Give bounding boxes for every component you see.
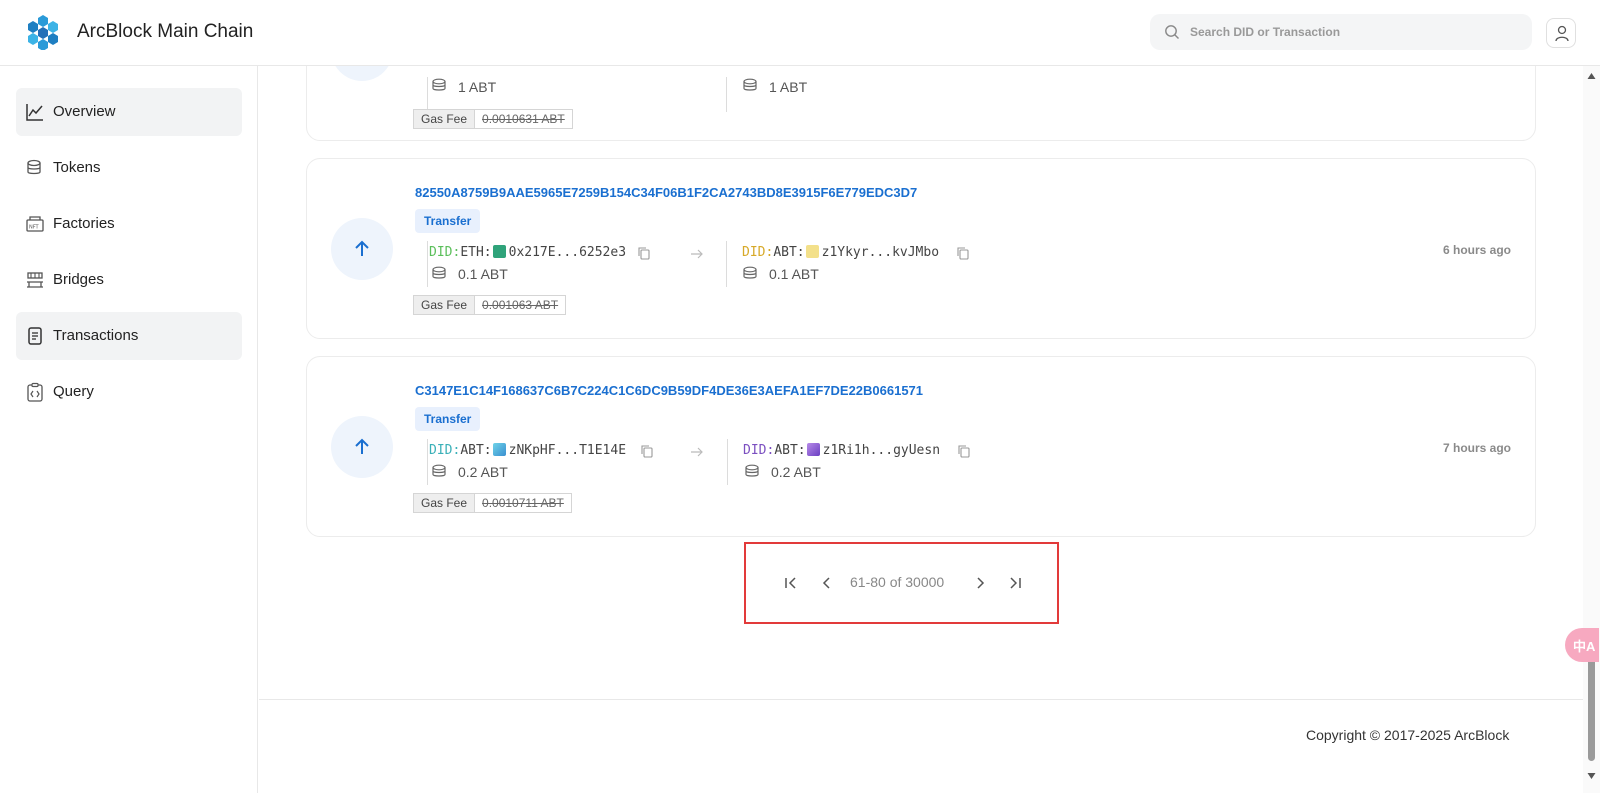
coin-stack-icon — [432, 266, 446, 279]
transaction-time: 7 hours ago — [1442, 441, 1511, 455]
footer-divider — [259, 699, 1583, 700]
svg-text:NFT: NFT — [29, 225, 40, 231]
did-avatar — [492, 443, 506, 456]
previous-page-icon[interactable] — [818, 574, 836, 592]
sidebar-item-tokens[interactable]: Tokens — [16, 144, 242, 192]
coin-stack-icon — [432, 464, 446, 477]
gas-fee-label: Gas Fee — [414, 494, 476, 512]
coins-icon — [27, 159, 41, 175]
coin-stack-icon — [745, 464, 759, 477]
transaction-hash-link[interactable]: C3147E1C14F168637C6B7C224C1C6DC9B59DF4DE… — [415, 383, 923, 398]
sidebar-item-label: Tokens — [53, 159, 101, 176]
last-page-icon[interactable] — [1006, 574, 1024, 592]
sidebar-item-label: Transactions — [53, 327, 139, 344]
gas-fee-value: 0.0010631 ABT — [482, 112, 565, 126]
arrow-right-icon — [691, 249, 703, 259]
next-page-icon[interactable] — [971, 574, 989, 592]
pagination: 61-80 of 30000 — [744, 542, 1059, 624]
gas-fee-tag: Gas Fee 0.001063 ABT — [413, 295, 567, 315]
copy-icon[interactable] — [640, 444, 654, 458]
sidebar-item-transactions[interactable]: Transactions — [16, 312, 242, 360]
first-page-icon[interactable] — [782, 574, 800, 592]
document-icon — [28, 327, 42, 345]
transaction-time: 6 hours ago — [1442, 243, 1511, 257]
bridge-icon — [27, 272, 43, 288]
scroll-up-icon[interactable] — [1587, 72, 1596, 80]
sidebar-item-query[interactable]: Query — [16, 368, 242, 416]
top-header: ArcBlock Main Chain — [0, 0, 1600, 66]
search-icon — [1165, 25, 1179, 39]
code-clipboard-icon — [27, 382, 43, 402]
user-icon — [1555, 25, 1569, 42]
from-amount: 0.2 ABT — [458, 464, 508, 480]
transfer-direction-badge — [331, 218, 393, 280]
transaction-card: 82550A8759B9AAE5965E7259B154C34F06B1F2CA… — [306, 158, 1536, 339]
arrow-right-icon — [691, 447, 703, 457]
translate-button[interactable]: 中A — [1565, 628, 1599, 662]
page-scrollbar[interactable] — [1583, 66, 1600, 793]
main-content: 1 ABT 1 ABT Gas Fee 0.0010631 ABT 82550A… — [259, 66, 1583, 793]
sidebar-item-label: Query — [53, 383, 94, 400]
from-did[interactable]: DID:ABT: zNKpHF...T1E14E — [429, 443, 626, 458]
arrow-up-icon — [355, 240, 369, 256]
sidebar-item-label: Bridges — [53, 271, 104, 288]
gas-fee-tag: Gas Fee 0.0010631 ABT — [413, 109, 573, 129]
coin-stack-icon — [743, 78, 757, 91]
transaction-card: 1 ABT 1 ABT Gas Fee 0.0010631 ABT — [306, 66, 1536, 141]
sidebar-item-factories[interactable]: NFT Factories — [16, 200, 242, 248]
search-bar[interactable] — [1150, 14, 1532, 50]
transfer-direction-badge — [331, 416, 393, 478]
transaction-card: C3147E1C14F168637C6B7C224C1C6DC9B59DF4DE… — [306, 356, 1536, 537]
transaction-type-badge: Transfer — [415, 407, 481, 431]
app-title: ArcBlock Main Chain — [77, 21, 254, 42]
did-avatar — [806, 443, 820, 456]
sidebar-item-label: Factories — [53, 215, 115, 232]
from-did[interactable]: DID:ETH: 0x217E...6252e3 — [429, 245, 626, 260]
to-did[interactable]: DID:ABT: z1Ri1h...gyUesn — [743, 443, 940, 458]
did-avatar — [492, 245, 506, 258]
line-chart-icon — [26, 104, 43, 121]
copy-icon[interactable] — [956, 246, 970, 260]
to-amount: 0.2 ABT — [771, 464, 821, 480]
sidebar-item-overview[interactable]: Overview — [16, 88, 242, 136]
translate-icon: 中A — [1573, 639, 1596, 654]
gas-fee-label: Gas Fee — [414, 110, 476, 128]
scroll-down-icon[interactable] — [1587, 772, 1596, 780]
coin-stack-icon — [743, 266, 757, 279]
nft-icon: NFT — [26, 216, 44, 232]
gas-fee-value: 0.001063 ABT — [482, 298, 559, 312]
transaction-hash-link[interactable]: 82550A8759B9AAE5965E7259B154C34F06B1F2CA… — [415, 185, 917, 200]
sidebar-item-bridges[interactable]: Bridges — [16, 256, 242, 304]
transfer-arrow-icon — [331, 66, 393, 81]
to-amount: 0.1 ABT — [769, 266, 819, 282]
to-amount: 1 ABT — [769, 79, 808, 95]
coin-stack-icon — [432, 78, 446, 91]
copy-icon[interactable] — [637, 246, 651, 260]
arrow-up-icon — [355, 438, 369, 454]
sidebar-item-label: Overview — [53, 103, 116, 120]
footer-copyright: Copyright © 2017-2025 ArcBlock — [1306, 727, 1510, 743]
copy-icon[interactable] — [957, 444, 971, 458]
gas-fee-tag: Gas Fee 0.0010711 ABT — [413, 493, 572, 513]
gas-fee-label: Gas Fee — [414, 296, 476, 314]
arcblock-logo-icon[interactable] — [26, 14, 60, 51]
from-amount: 1 ABT — [458, 79, 497, 95]
from-amount: 0.1 ABT — [458, 266, 508, 282]
gas-fee-value: 0.0010711 ABT — [482, 496, 564, 510]
transaction-type-badge: Transfer — [415, 209, 481, 233]
sidebar: Overview Tokens NFT Factories Bridges Tr… — [0, 66, 258, 793]
search-input[interactable] — [1190, 14, 1520, 50]
to-did[interactable]: DID:ABT: z1Ykyr...kvJMbo — [742, 245, 939, 260]
user-account-button[interactable] — [1546, 18, 1576, 48]
did-avatar — [805, 245, 819, 258]
page-range-text: 61-80 of 30000 — [850, 574, 945, 590]
